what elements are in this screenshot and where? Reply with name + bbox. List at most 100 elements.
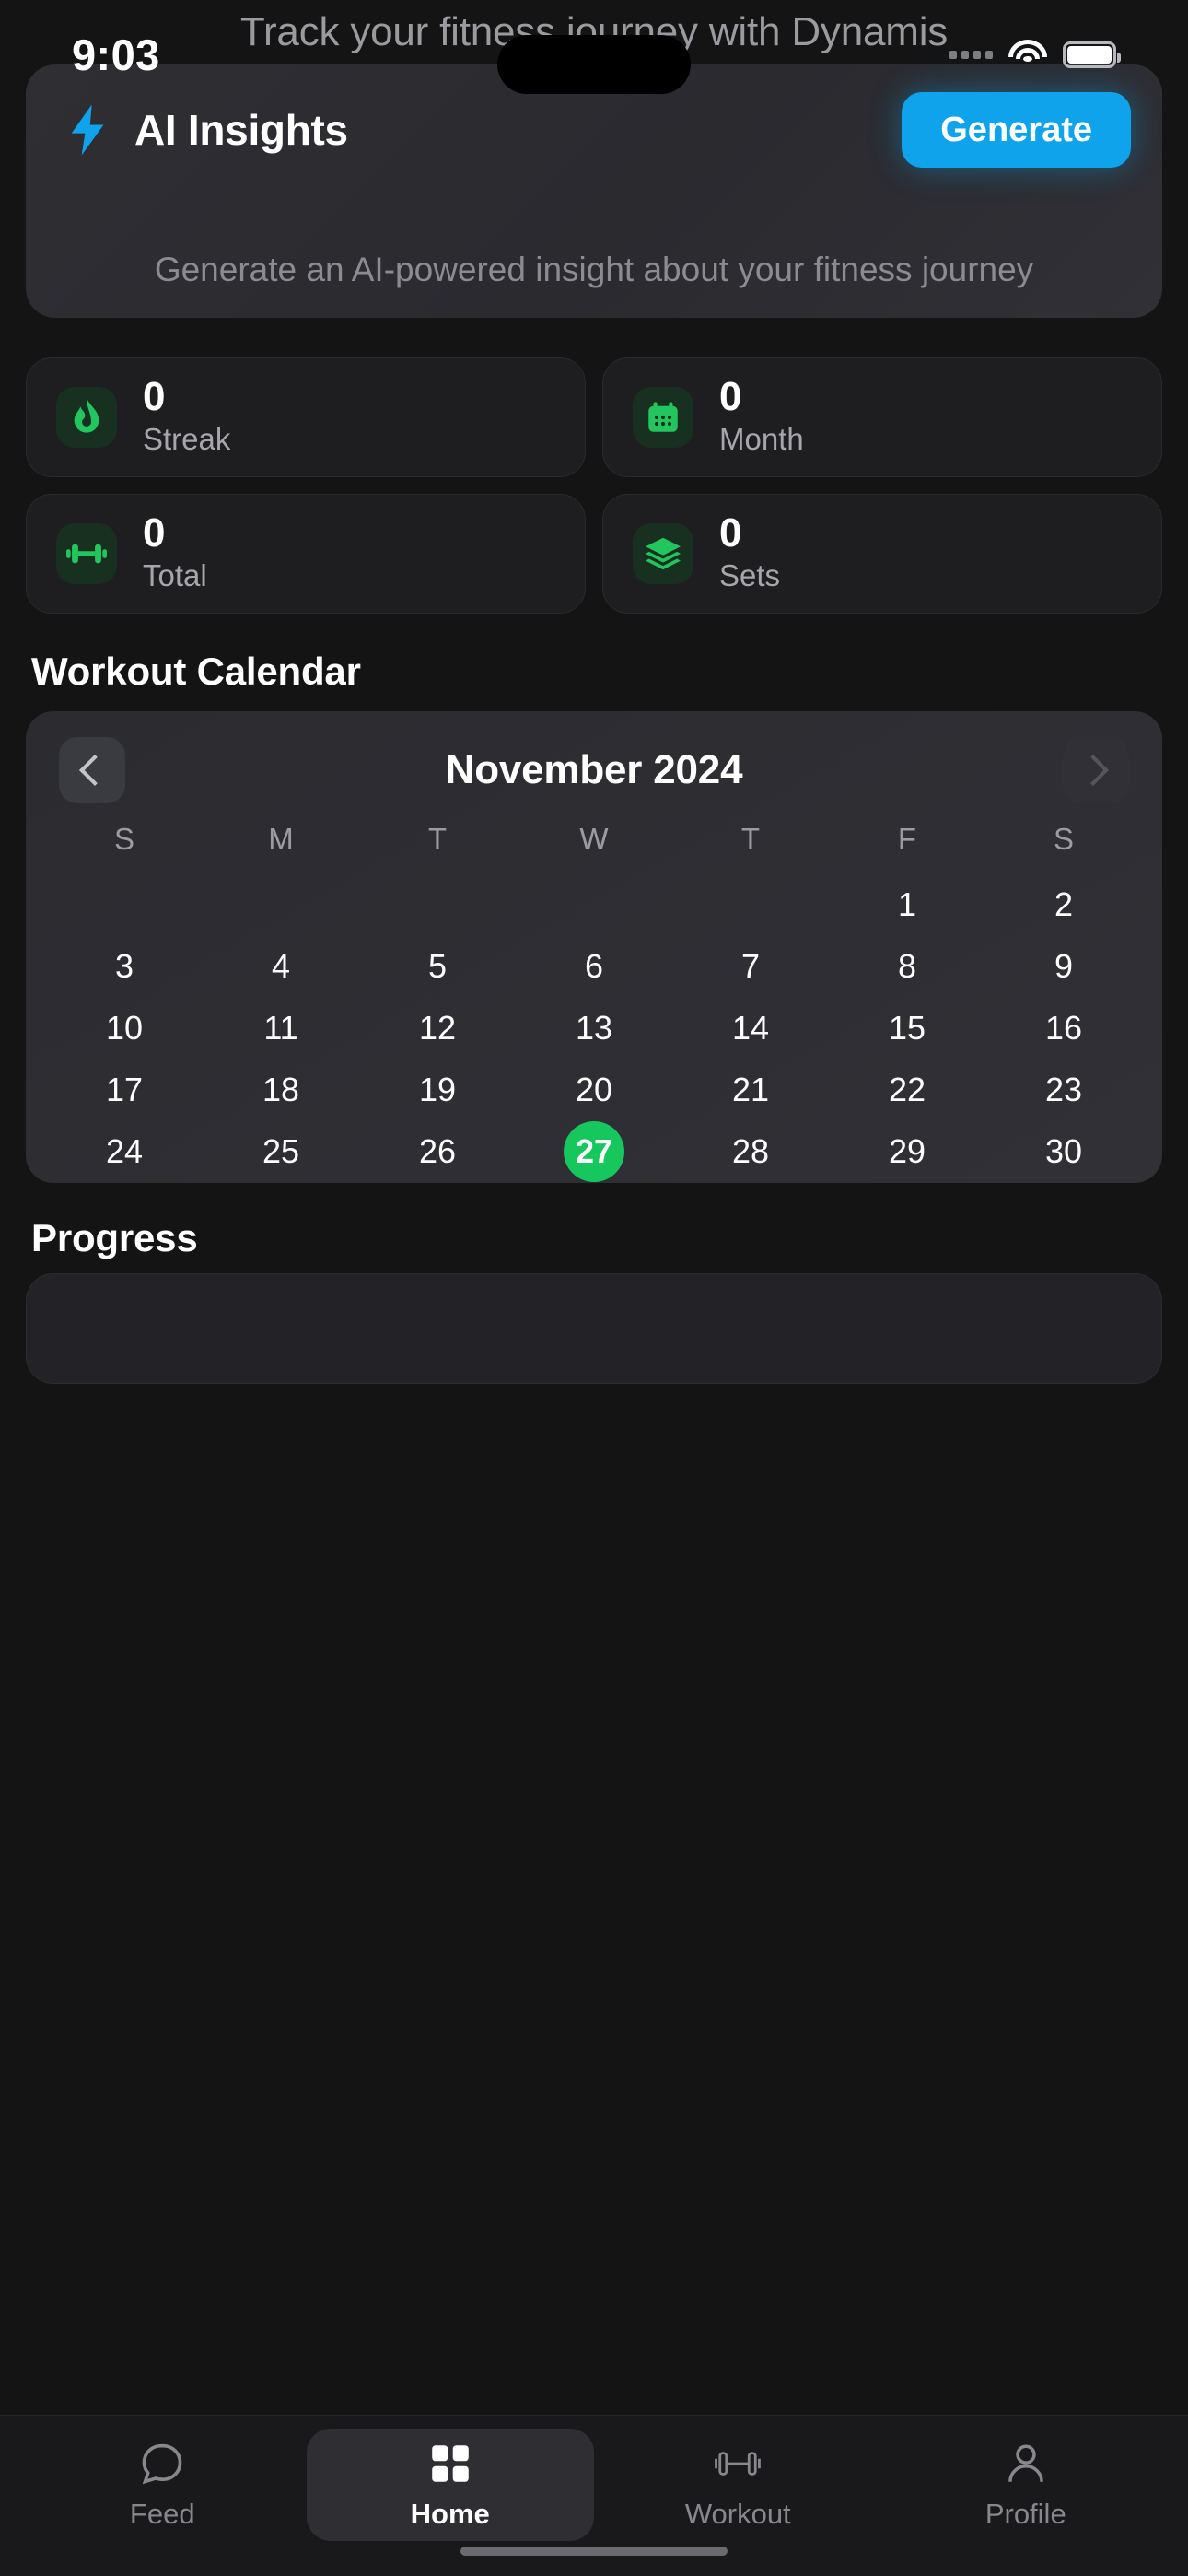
dumbbell-icon xyxy=(712,2439,763,2488)
calendar-day-number: 13 xyxy=(575,1008,613,1047)
tab-label: Home xyxy=(410,2498,490,2530)
calendar-day-3[interactable]: 3 xyxy=(46,935,203,997)
stat-text-sets: 0 Sets xyxy=(719,511,780,596)
calendar-day-number: 19 xyxy=(418,1070,457,1108)
workout-calendar-card: November 2024 SMTWTFS 1 2 3 4 5 6 7 8 9 10 11 12 13 1… xyxy=(26,711,1162,1183)
calendar-day-15[interactable]: 15 xyxy=(829,997,985,1059)
calendar-day-6[interactable]: 6 xyxy=(516,935,672,997)
calendar-day-number: 10 xyxy=(105,1008,144,1047)
stat-value: 0 xyxy=(719,509,742,556)
calendar-day-9[interactable]: 9 xyxy=(985,935,1142,997)
dumbbell-icon xyxy=(56,523,117,584)
status-indicators xyxy=(949,40,1121,69)
calendar-day-number: 30 xyxy=(1044,1131,1083,1170)
calendar-day-number: 3 xyxy=(114,946,134,985)
calendar-week-row: 12 xyxy=(46,873,1142,935)
calendar-day-26[interactable]: 26 xyxy=(359,1120,516,1182)
stat-text-streak: 0 Streak xyxy=(143,375,230,460)
calendar-day-7[interactable]: 7 xyxy=(672,935,829,997)
stat-value: 0 xyxy=(143,509,166,556)
progress-card[interactable] xyxy=(26,1273,1162,1384)
grid-icon xyxy=(427,2439,473,2488)
person-icon xyxy=(1003,2439,1049,2488)
calendar-day-29[interactable]: 29 xyxy=(829,1120,985,1182)
calendar-day-number: 29 xyxy=(888,1131,926,1170)
calendar-day-30[interactable]: 30 xyxy=(985,1120,1142,1182)
app-screen: Track your fitness journey with Dynamis … xyxy=(0,0,1188,2576)
calendar-day-number: 5 xyxy=(427,946,448,985)
layers-icon xyxy=(633,523,693,584)
calendar-day-8[interactable]: 8 xyxy=(829,935,985,997)
ai-insights-description: Generate an AI-powered insight about you… xyxy=(154,251,1034,288)
tab-label: Feed xyxy=(129,2498,195,2530)
home-indicator xyxy=(460,2547,728,2556)
calendar-day-headers: SMTWTFS xyxy=(46,814,1142,873)
stat-card-streak[interactable]: 0 Streak xyxy=(26,357,586,477)
calendar-day-number: 11 xyxy=(263,1008,298,1047)
calendar-day-number: 14 xyxy=(731,1008,770,1047)
progress-title: Progress xyxy=(31,1216,198,1259)
generate-button[interactable]: Generate xyxy=(902,92,1131,168)
calendar-dow-5: F xyxy=(897,822,917,856)
calendar-day-25[interactable]: 25 xyxy=(203,1120,359,1182)
calendar-day-number: 4 xyxy=(271,946,291,985)
tab-profile[interactable]: Profile xyxy=(882,2429,1171,2541)
stat-card-total[interactable]: 0 Total xyxy=(26,494,586,614)
calendar-day-28[interactable]: 28 xyxy=(672,1120,829,1182)
calendar-week-row: 24 25 26 27 28 29 30 xyxy=(46,1120,1142,1182)
calendar-day-14[interactable]: 14 xyxy=(672,997,829,1059)
calendar-day-10[interactable]: 10 xyxy=(46,997,203,1059)
calendar-grid: 1 2 3 4 5 6 7 8 9 10 11 12 13 14 15 16 17 18 19 20 21 22 23 24 2… xyxy=(46,873,1142,1182)
chat-bubble-icon xyxy=(138,2439,186,2488)
calendar-day-27[interactable]: 27 xyxy=(516,1120,672,1182)
stats-grid: 0 Streak 0 Month 0 Total 0 Sets xyxy=(26,357,1162,630)
calendar-day-17[interactable]: 17 xyxy=(46,1059,203,1120)
calendar-day-11[interactable]: 11 xyxy=(203,997,359,1059)
calendar-day-22[interactable]: 22 xyxy=(829,1059,985,1120)
dynamic-island xyxy=(497,35,691,94)
stat-label: Total xyxy=(143,558,207,593)
tab-label: Profile xyxy=(984,2498,1066,2530)
calendar-day-2[interactable]: 2 xyxy=(985,873,1142,935)
stat-value: 0 xyxy=(719,373,742,419)
calendar-dow-3: W xyxy=(579,822,609,856)
calendar-day-24[interactable]: 24 xyxy=(46,1120,203,1182)
calendar-header: November 2024 xyxy=(46,737,1142,803)
chevron-left-icon xyxy=(79,755,111,786)
status-time: 9:03 xyxy=(72,29,160,79)
calendar-day-number: 26 xyxy=(418,1131,457,1170)
tab-feed[interactable]: Feed xyxy=(18,2429,307,2541)
wifi-icon xyxy=(1007,40,1048,69)
calendar-day-13[interactable]: 13 xyxy=(516,997,672,1059)
calendar-day-number: 20 xyxy=(575,1070,613,1108)
calendar-day-4[interactable]: 4 xyxy=(203,935,359,997)
calendar-day-21[interactable]: 21 xyxy=(672,1059,829,1120)
ai-insights-header: AI Insights Generate xyxy=(68,92,1131,168)
calendar-day-23[interactable]: 23 xyxy=(985,1059,1142,1120)
calendar-day-12[interactable]: 12 xyxy=(359,997,516,1059)
calendar-day-number: 15 xyxy=(888,1008,926,1047)
calendar-week-row: 3 4 5 6 7 8 9 xyxy=(46,935,1142,997)
stat-label: Streak xyxy=(143,422,231,457)
ai-insights-card[interactable]: AI Insights Generate Generate an AI-powe… xyxy=(26,64,1162,318)
calendar-week-row: 17 18 19 20 21 22 23 xyxy=(46,1059,1142,1120)
calendar-icon xyxy=(633,387,693,448)
calendar-day-5[interactable]: 5 xyxy=(359,935,516,997)
tab-home[interactable]: Home xyxy=(306,2429,594,2541)
stat-card-sets[interactable]: 0 Sets xyxy=(602,494,1162,614)
calendar-next-month-button[interactable] xyxy=(1062,737,1129,803)
calendar-month-label: November 2024 xyxy=(445,747,743,792)
calendar-day-1[interactable]: 1 xyxy=(829,873,985,935)
calendar-day-19[interactable]: 19 xyxy=(359,1059,516,1120)
calendar-day-number: 28 xyxy=(731,1131,770,1170)
stat-card-month[interactable]: 0 Month xyxy=(602,357,1162,477)
tab-workout[interactable]: Workout xyxy=(594,2429,882,2541)
calendar-day-16[interactable]: 16 xyxy=(985,997,1142,1059)
calendar-day-number: 22 xyxy=(888,1070,926,1108)
calendar-prev-month-button[interactable] xyxy=(59,737,125,803)
calendar-day-number: 2 xyxy=(1054,884,1074,923)
calendar-day-18[interactable]: 18 xyxy=(203,1059,359,1120)
calendar-day-number: 25 xyxy=(262,1131,300,1170)
calendar-day-20[interactable]: 20 xyxy=(516,1059,672,1120)
calendar-week-row: 10 11 12 13 14 15 16 xyxy=(46,997,1142,1059)
